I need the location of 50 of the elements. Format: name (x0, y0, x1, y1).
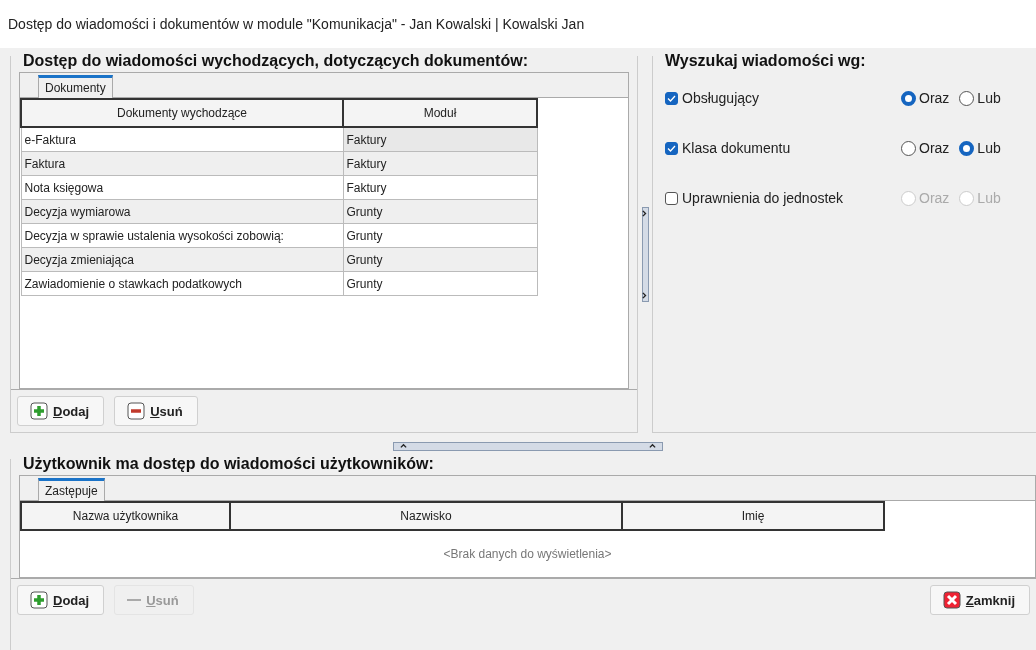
check-icon (667, 143, 676, 153)
table-cell: Grunty (343, 271, 537, 296)
chevron-icon (641, 292, 649, 299)
empty-message: <Brak danych do wyświetlenia> (443, 547, 612, 561)
splitter-handle[interactable] (641, 207, 649, 302)
table-cell: Zawiadomienie o stawkach podatkowych (21, 271, 343, 296)
filter-checkbox[interactable]: Uprawnienia do jednostek (665, 190, 901, 206)
column-header[interactable]: Imię (622, 502, 884, 530)
table-cell: Faktury (343, 175, 537, 200)
check-icon (667, 93, 676, 103)
column-header[interactable]: Nazwisko (230, 502, 622, 530)
section-title: Wyszukaj wiadomości wg: (663, 52, 868, 70)
add-button[interactable]: Dodaj (17, 396, 105, 426)
minus-icon (127, 402, 146, 420)
plus-icon (30, 402, 48, 420)
radio-option[interactable]: Lub (959, 140, 1001, 156)
chevron-icon (641, 210, 649, 217)
close-button[interactable]: Zamknij (929, 585, 1030, 615)
column-header[interactable]: Moduł (343, 99, 537, 127)
table-cell: Faktury (343, 127, 537, 152)
table-cell: Faktury (343, 151, 537, 176)
window-title: Dostęp do wiadomości i dokumentów w module "Komunikacja" - Jan Kowalski | Kowalski Jan (0, 0, 1036, 48)
table-cell: Decyzja w sprawie ustalenia wysokości zobowią: (21, 223, 343, 248)
table-cell: Decyzja wymiarowa (21, 199, 343, 224)
table-cell: Grunty (343, 199, 537, 224)
close-icon (942, 591, 961, 609)
radio-option[interactable]: Oraz (901, 140, 950, 156)
tab[interactable]: Zastępuje (38, 478, 105, 501)
column-header[interactable]: Nazwa użytkownika (21, 502, 230, 530)
section-title: Dostęp do wiadomości wychodzących, dotyczących dokumentów: (21, 52, 530, 70)
section-title: Użytkownik ma dostęp do wiadomości użytkowników: (21, 455, 436, 473)
radio-option[interactable]: Oraz (901, 90, 950, 106)
table-cell: Nota księgowa (21, 175, 343, 200)
tab[interactable]: Dokumenty (38, 75, 113, 98)
table-cell: Decyzja zmieniająca (21, 247, 343, 272)
column-header[interactable]: Dokumenty wychodzące (21, 99, 343, 127)
chevron-icon (649, 442, 656, 450)
table-cell: e-Faktura (21, 127, 343, 152)
minus-icon (127, 598, 142, 602)
radio-option[interactable]: Lub (959, 90, 1001, 106)
table-cell: Grunty (343, 247, 537, 272)
chevron-icon (400, 442, 407, 450)
filter-checkbox[interactable]: Klasa dokumentu (665, 140, 901, 156)
add-button[interactable]: Dodaj (17, 585, 105, 615)
plus-icon (30, 591, 48, 609)
filter-checkbox[interactable]: Obsługujący (665, 90, 901, 106)
splitter-handle[interactable] (393, 441, 663, 451)
table-cell: Grunty (343, 223, 537, 248)
table-cell: Faktura (21, 151, 343, 176)
remove-button[interactable]: Usuń (114, 396, 198, 426)
